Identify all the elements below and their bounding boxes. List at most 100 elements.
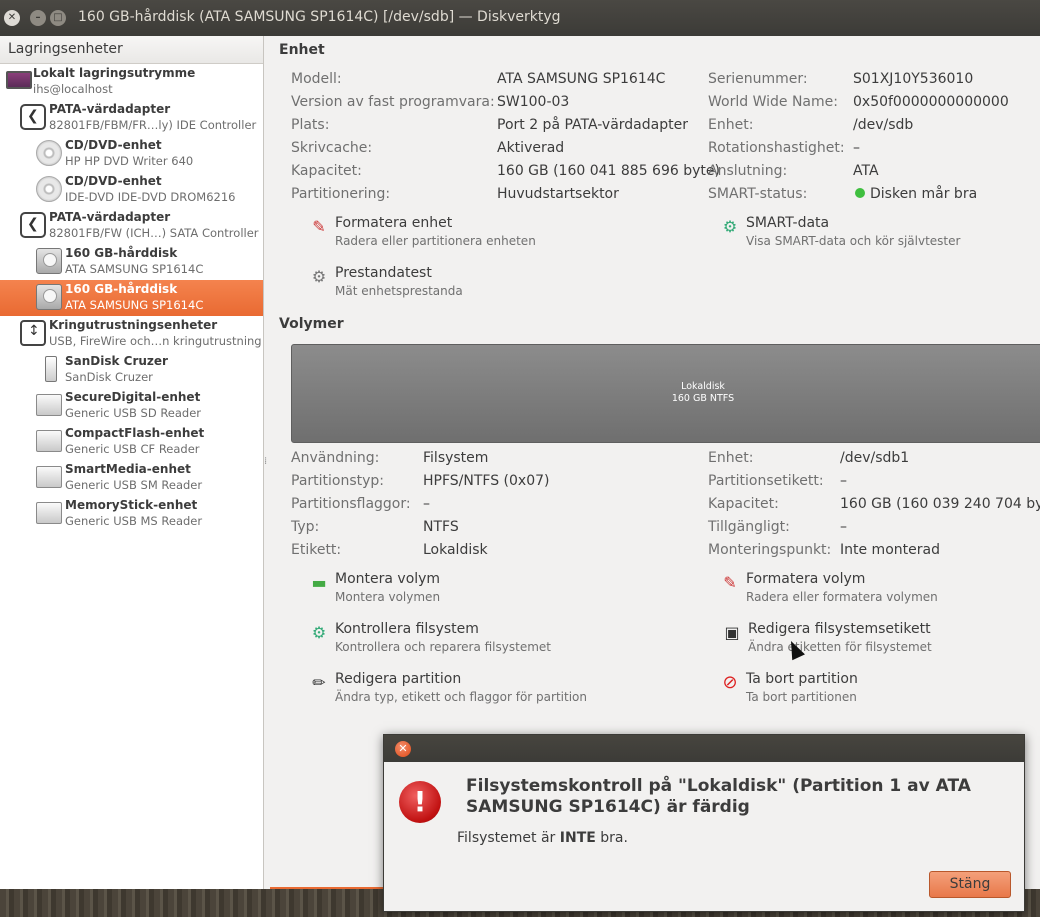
window-maximize-button[interactable]: □ xyxy=(50,10,66,26)
card-reader-icon xyxy=(36,502,62,524)
device-key-serial: Serienummer: xyxy=(708,71,808,87)
pane-splitter-handle[interactable]: ⁞ xyxy=(264,456,267,467)
device-key-firmware: Version av fast programvara: xyxy=(291,94,495,110)
edit-label-icon: ▣ xyxy=(724,623,740,642)
smart-status-text: Disken mår bra xyxy=(870,186,978,202)
device-value-connection: ATA xyxy=(853,163,879,179)
sidebar-item-label: CompactFlash-enhet xyxy=(65,426,205,440)
edit-filesystem-label-button[interactable]: ▣ Redigera filsystemsetikett Ändra etike… xyxy=(722,621,1022,661)
no-entry-icon: ⊘ xyxy=(722,672,738,693)
volume-value-usage: Filsystem xyxy=(423,450,489,466)
delete-partition-button[interactable]: ⊘ Ta bort partition Ta bort partitionen xyxy=(720,671,980,711)
hard-disk-icon xyxy=(36,248,62,274)
smart-data-button[interactable]: ⚙ SMART-data Visa SMART-data och kör sjä… xyxy=(720,215,980,255)
sidebar-item-hdd-sdb-selected[interactable]: 160 GB-hårddisk ATA SAMSUNG SP1614C xyxy=(0,280,263,316)
sidebar-item-label: CD/DVD-enhet xyxy=(65,174,162,188)
benchmark-button[interactable]: ⚙ Prestandatest Mät enhetsprestanda xyxy=(309,265,569,305)
device-value-serial: S01XJ10Y536010 xyxy=(853,71,974,87)
sidebar-item-local-storage[interactable]: Lokalt lagringsutrymme ihs@localhost xyxy=(0,64,263,100)
sidebar-item-hdd-sda[interactable]: 160 GB-hårddisk ATA SAMSUNG SP1614C xyxy=(0,244,263,280)
dialog-message: Filsystemet är INTE bra. xyxy=(457,830,628,846)
hard-disk-icon xyxy=(36,284,62,310)
device-key-location: Plats: xyxy=(291,117,330,133)
sidebar-item-ms-reader[interactable]: MemoryStick-enhet Generic USB MS Reader xyxy=(0,496,263,532)
benchmark-icon: ⚙ xyxy=(311,267,327,286)
sidebar-item-pata-adapter-2[interactable]: PATA-värdadapter 82801FB/FW (ICH…) SATA … xyxy=(0,208,263,244)
action-label: Redigera filsystemsetikett xyxy=(748,621,931,637)
sidebar-item-sublabel: 82801FB/FW (ICH…) SATA Controller xyxy=(49,226,259,240)
mount-volume-button[interactable]: ▬ Montera volym Montera volymen xyxy=(309,571,569,611)
device-value-smart-status: Disken mår bra xyxy=(855,186,977,202)
close-button[interactable]: Stäng xyxy=(929,871,1011,898)
action-sublabel: Visa SMART-data och kör självtester xyxy=(746,234,961,248)
action-label: Formatera volym xyxy=(746,571,866,587)
sidebar-item-sublabel: ihs@localhost xyxy=(33,82,113,96)
volume-segment-lokaldisk[interactable]: Lokaldisk 160 GB NTFS xyxy=(291,344,1040,443)
dialog-heading: Filsystemskontroll på "Lokaldisk" (Parti… xyxy=(466,776,971,817)
card-reader-icon xyxy=(36,466,62,488)
computer-icon xyxy=(6,71,32,89)
sidebar-item-label: CD/DVD-enhet xyxy=(65,138,162,152)
sidebar-item-sublabel: SanDisk Cruzer xyxy=(65,370,153,384)
volume-segment-info: 160 GB NTFS xyxy=(671,393,735,404)
volume-key-device: Enhet: xyxy=(708,450,754,466)
storage-devices-sidebar: Lagringsenheter Lokalt lagringsutrymme i… xyxy=(0,36,264,889)
sidebar-item-label: Lokalt lagringsutrymme xyxy=(33,66,196,80)
error-icon: ! xyxy=(399,781,441,823)
volume-key-usage: Användning: xyxy=(291,450,380,466)
sidebar-item-label: PATA-värdadapter xyxy=(49,210,171,224)
volume-value-available: – xyxy=(840,519,847,535)
action-label: SMART-data xyxy=(746,215,830,231)
volume-value-type: NTFS xyxy=(423,519,459,535)
device-value-location: Port 2 på PATA-värdadapter xyxy=(497,117,688,133)
volume-value-partition-type: HPFS/NTFS (0x07) xyxy=(423,473,550,489)
sidebar-item-sublabel: Generic USB MS Reader xyxy=(65,514,203,528)
check-filesystem-icon: ⚙ xyxy=(311,623,327,642)
status-ok-icon xyxy=(855,188,865,198)
device-key-rotation: Rotationshastighet: xyxy=(708,140,845,156)
sidebar-item-label: Kringutrustningsenheter xyxy=(49,318,218,332)
edit-partition-button[interactable]: ✏ Redigera partition Ändra typ, etikett … xyxy=(309,671,629,711)
pencil-icon: ✏ xyxy=(312,673,326,692)
sidebar-item-label: PATA-värdadapter xyxy=(49,102,171,116)
mount-volume-icon: ▬ xyxy=(311,573,327,592)
optical-disc-icon xyxy=(36,176,62,202)
volume-value-device: /dev/sdb1 xyxy=(840,450,910,466)
sidebar-item-cf-reader[interactable]: CompactFlash-enhet Generic USB CF Reader xyxy=(0,424,263,460)
sidebar-item-sublabel: Generic USB CF Reader xyxy=(65,442,200,456)
sidebar-item-sandisk[interactable]: SanDisk Cruzer SanDisk Cruzer xyxy=(0,352,263,388)
action-label: Kontrollera filsystem xyxy=(335,621,479,637)
dialog-message-post: bra. xyxy=(595,830,628,846)
dialog-title-bar: ✕ xyxy=(384,735,1024,762)
sidebar-item-sublabel: ATA SAMSUNG SP1614C xyxy=(65,262,204,276)
action-sublabel: Radera eller partitionera enheten xyxy=(335,234,536,248)
sidebar-item-pata-adapter-1[interactable]: PATA-värdadapter 82801FB/FBM/FR…ly) IDE … xyxy=(0,100,263,136)
title-bar: ✕ – □ 160 GB-hårddisk (ATA SAMSUNG SP161… xyxy=(0,0,1040,36)
action-sublabel: Kontrollera och reparera filsystemet xyxy=(335,640,551,654)
window-close-button[interactable]: ✕ xyxy=(4,10,20,26)
device-value-capacity: 160 GB (160 041 885 696 byte) xyxy=(497,163,720,179)
sidebar-item-peripherals[interactable]: Kringutrustningsenheter USB, FireWire oc… xyxy=(0,316,263,352)
sidebar-item-sm-reader[interactable]: SmartMedia-enhet Generic USB SM Reader xyxy=(0,460,263,496)
device-key-model: Modell: xyxy=(291,71,342,87)
format-volume-icon: ✎ xyxy=(723,573,737,592)
dialog-close-icon[interactable]: ✕ xyxy=(395,741,411,757)
device-key-partitioning: Partitionering: xyxy=(291,186,391,202)
action-label: Montera volym xyxy=(335,571,441,587)
action-sublabel: Ändra etiketten för filsystemet xyxy=(748,640,932,654)
sidebar-item-cd-dvd-1[interactable]: CD/DVD-enhet HP HP DVD Writer 640 xyxy=(0,136,263,172)
device-value-model: ATA SAMSUNG SP1614C xyxy=(497,71,666,87)
window-minimize-button[interactable]: – xyxy=(30,10,46,26)
format-volume-button[interactable]: ✎ Formatera volym Radera eller formatera… xyxy=(720,571,980,611)
format-drive-button[interactable]: ✎ Formatera enhet Radera eller partition… xyxy=(309,215,569,255)
action-sublabel: Radera eller formatera volymen xyxy=(746,590,938,604)
action-sublabel: Mät enhetsprestanda xyxy=(335,284,463,298)
check-filesystem-button[interactable]: ⚙ Kontrollera filsystem Kontrollera och … xyxy=(309,621,609,661)
window-title: 160 GB-hårddisk (ATA SAMSUNG SP1614C) [/… xyxy=(78,9,561,25)
volume-key-label: Etikett: xyxy=(291,542,342,558)
sidebar-header: Lagringsenheter xyxy=(0,36,263,64)
device-key-device: Enhet: xyxy=(708,117,754,133)
sidebar-item-cd-dvd-2[interactable]: CD/DVD-enhet IDE-DVD IDE-DVD DROM6216 xyxy=(0,172,263,208)
sidebar-item-sd-reader[interactable]: SecureDigital-enhet Generic USB SD Reade… xyxy=(0,388,263,424)
volume-key-type: Typ: xyxy=(291,519,320,535)
